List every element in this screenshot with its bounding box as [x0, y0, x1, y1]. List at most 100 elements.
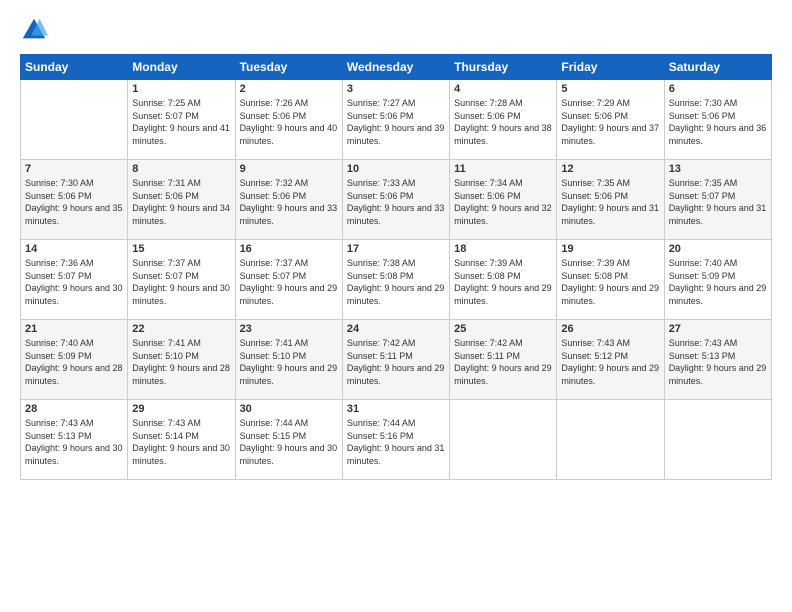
weekday-header-wednesday: Wednesday	[342, 55, 449, 80]
calendar-cell: 3 Sunrise: 7:27 AMSunset: 5:06 PMDaylight…	[342, 80, 449, 160]
calendar-cell: 17 Sunrise: 7:38 AMSunset: 5:08 PMDayligh…	[342, 240, 449, 320]
day-info: Sunrise: 7:35 AMSunset: 5:06 PMDaylight:…	[561, 177, 659, 227]
day-number: 21	[25, 323, 123, 335]
day-number: 24	[347, 323, 445, 335]
weekday-header-monday: Monday	[128, 55, 235, 80]
day-number: 10	[347, 163, 445, 175]
calendar-cell: 19 Sunrise: 7:39 AMSunset: 5:08 PMDayligh…	[557, 240, 664, 320]
day-number: 5	[561, 83, 659, 95]
day-number: 17	[347, 243, 445, 255]
calendar-cell: 6 Sunrise: 7:30 AMSunset: 5:06 PMDaylight…	[664, 80, 771, 160]
calendar-cell: 28 Sunrise: 7:43 AMSunset: 5:13 PMDayligh…	[21, 400, 128, 480]
day-number: 2	[240, 83, 338, 95]
day-info: Sunrise: 7:31 AMSunset: 5:06 PMDaylight:…	[132, 177, 230, 227]
day-info: Sunrise: 7:37 AMSunset: 5:07 PMDaylight:…	[240, 257, 338, 307]
header	[20, 16, 772, 44]
day-number: 3	[347, 83, 445, 95]
calendar-cell: 29 Sunrise: 7:43 AMSunset: 5:14 PMDayligh…	[128, 400, 235, 480]
calendar-cell: 14 Sunrise: 7:36 AMSunset: 5:07 PMDayligh…	[21, 240, 128, 320]
day-info: Sunrise: 7:32 AMSunset: 5:06 PMDaylight:…	[240, 177, 338, 227]
day-number: 13	[669, 163, 767, 175]
calendar-week-5: 28 Sunrise: 7:43 AMSunset: 5:13 PMDayligh…	[21, 400, 772, 480]
calendar-cell: 21 Sunrise: 7:40 AMSunset: 5:09 PMDayligh…	[21, 320, 128, 400]
day-info: Sunrise: 7:40 AMSunset: 5:09 PMDaylight:…	[669, 257, 767, 307]
weekday-header-saturday: Saturday	[664, 55, 771, 80]
calendar-cell: 9 Sunrise: 7:32 AMSunset: 5:06 PMDaylight…	[235, 160, 342, 240]
day-info: Sunrise: 7:29 AMSunset: 5:06 PMDaylight:…	[561, 97, 659, 147]
day-number: 22	[132, 323, 230, 335]
calendar-cell	[664, 400, 771, 480]
calendar-week-4: 21 Sunrise: 7:40 AMSunset: 5:09 PMDayligh…	[21, 320, 772, 400]
day-info: Sunrise: 7:43 AMSunset: 5:14 PMDaylight:…	[132, 417, 230, 467]
day-number: 14	[25, 243, 123, 255]
calendar-cell: 20 Sunrise: 7:40 AMSunset: 5:09 PMDayligh…	[664, 240, 771, 320]
calendar-cell: 30Sunrise: 7:44 AMSunset: 5:15 PMDayligh…	[235, 400, 342, 480]
day-number: 23	[240, 323, 338, 335]
day-number: 19	[561, 243, 659, 255]
day-info: Sunrise: 7:41 AMSunset: 5:10 PMDaylight:…	[240, 337, 338, 387]
calendar-cell: 22 Sunrise: 7:41 AMSunset: 5:10 PMDayligh…	[128, 320, 235, 400]
day-number: 27	[669, 323, 767, 335]
day-info: Sunrise: 7:35 AMSunset: 5:07 PMDaylight:…	[669, 177, 767, 227]
day-number: 18	[454, 243, 552, 255]
weekday-header-tuesday: Tuesday	[235, 55, 342, 80]
day-number: 7	[25, 163, 123, 175]
calendar-cell: 16 Sunrise: 7:37 AMSunset: 5:07 PMDayligh…	[235, 240, 342, 320]
calendar-cell: 23 Sunrise: 7:41 AMSunset: 5:10 PMDayligh…	[235, 320, 342, 400]
calendar-cell: 4Sunrise: 7:28 AMSunset: 5:06 PMDaylight…	[450, 80, 557, 160]
calendar-cell	[450, 400, 557, 480]
calendar-table: SundayMondayTuesdayWednesdayThursdayFrid…	[20, 54, 772, 480]
day-info: Sunrise: 7:30 AMSunset: 5:06 PMDaylight:…	[669, 97, 767, 147]
calendar-cell: 25 Sunrise: 7:42 AMSunset: 5:11 PMDayligh…	[450, 320, 557, 400]
day-info: Sunrise: 7:27 AMSunset: 5:06 PMDaylight:…	[347, 97, 445, 147]
day-number: 25	[454, 323, 552, 335]
day-number: 20	[669, 243, 767, 255]
calendar-cell: 24Sunrise: 7:42 AMSunset: 5:11 PMDayligh…	[342, 320, 449, 400]
calendar-cell: 1 Sunrise: 7:25 AMSunset: 5:07 PMDaylight…	[128, 80, 235, 160]
day-info: Sunrise: 7:30 AMSunset: 5:06 PMDaylight:…	[25, 177, 123, 227]
day-number: 31	[347, 403, 445, 415]
calendar-cell: 10 Sunrise: 7:33 AMSunset: 5:06 PMDayligh…	[342, 160, 449, 240]
calendar-week-3: 14 Sunrise: 7:36 AMSunset: 5:07 PMDayligh…	[21, 240, 772, 320]
day-info: Sunrise: 7:42 AMSunset: 5:11 PMDaylight:…	[454, 337, 552, 387]
day-info: Sunrise: 7:44 AMSunset: 5:16 PMDaylight:…	[347, 417, 445, 467]
day-number: 9	[240, 163, 338, 175]
day-number: 6	[669, 83, 767, 95]
day-info: Sunrise: 7:36 AMSunset: 5:07 PMDaylight:…	[25, 257, 123, 307]
logo	[20, 16, 52, 44]
page: SundayMondayTuesdayWednesdayThursdayFrid…	[0, 0, 792, 612]
day-info: Sunrise: 7:43 AMSunset: 5:12 PMDaylight:…	[561, 337, 659, 387]
day-info: Sunrise: 7:25 AMSunset: 5:07 PMDaylight:…	[132, 97, 230, 147]
day-number: 1	[132, 83, 230, 95]
day-info: Sunrise: 7:43 AMSunset: 5:13 PMDaylight:…	[25, 417, 123, 467]
day-info: Sunrise: 7:34 AMSunset: 5:06 PMDaylight:…	[454, 177, 552, 227]
day-info: Sunrise: 7:44 AMSunset: 5:15 PMDaylight:…	[240, 417, 338, 467]
day-info: Sunrise: 7:39 AMSunset: 5:08 PMDaylight:…	[454, 257, 552, 307]
day-number: 29	[132, 403, 230, 415]
calendar-cell: 11 Sunrise: 7:34 AMSunset: 5:06 PMDayligh…	[450, 160, 557, 240]
calendar-cell: 5 Sunrise: 7:29 AMSunset: 5:06 PMDaylight…	[557, 80, 664, 160]
day-info: Sunrise: 7:41 AMSunset: 5:10 PMDaylight:…	[132, 337, 230, 387]
calendar-cell: 26 Sunrise: 7:43 AMSunset: 5:12 PMDayligh…	[557, 320, 664, 400]
calendar-week-1: 1 Sunrise: 7:25 AMSunset: 5:07 PMDaylight…	[21, 80, 772, 160]
day-number: 8	[132, 163, 230, 175]
day-number: 28	[25, 403, 123, 415]
calendar-cell: 7 Sunrise: 7:30 AMSunset: 5:06 PMDaylight…	[21, 160, 128, 240]
calendar-cell	[21, 80, 128, 160]
calendar-cell: 13 Sunrise: 7:35 AMSunset: 5:07 PMDayligh…	[664, 160, 771, 240]
day-info: Sunrise: 7:39 AMSunset: 5:08 PMDaylight:…	[561, 257, 659, 307]
day-number: 16	[240, 243, 338, 255]
day-number: 12	[561, 163, 659, 175]
day-number: 11	[454, 163, 552, 175]
logo-icon	[20, 16, 48, 44]
calendar-cell: 12 Sunrise: 7:35 AMSunset: 5:06 PMDayligh…	[557, 160, 664, 240]
calendar-cell: 15Sunrise: 7:37 AMSunset: 5:07 PMDayligh…	[128, 240, 235, 320]
day-info: Sunrise: 7:38 AMSunset: 5:08 PMDaylight:…	[347, 257, 445, 307]
day-number: 4	[454, 83, 552, 95]
day-info: Sunrise: 7:40 AMSunset: 5:09 PMDaylight:…	[25, 337, 123, 387]
calendar-cell: 2Sunrise: 7:26 AMSunset: 5:06 PMDaylight…	[235, 80, 342, 160]
calendar-cell: 8 Sunrise: 7:31 AMSunset: 5:06 PMDaylight…	[128, 160, 235, 240]
day-info: Sunrise: 7:33 AMSunset: 5:06 PMDaylight:…	[347, 177, 445, 227]
calendar-cell: 18 Sunrise: 7:39 AMSunset: 5:08 PMDayligh…	[450, 240, 557, 320]
day-number: 26	[561, 323, 659, 335]
